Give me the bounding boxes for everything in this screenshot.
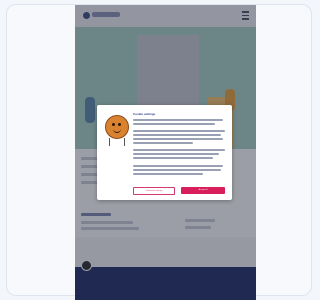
- dialog-text-line: [133, 119, 223, 121]
- dialog-text-line: [133, 157, 213, 159]
- dialog-text-line: [133, 165, 223, 167]
- dialog-text-line: [133, 173, 203, 175]
- customize-settings-button[interactable]: Customize settings: [133, 187, 175, 195]
- dialog-text-line: [133, 123, 215, 125]
- dialog-text-line: [133, 149, 225, 151]
- dialog-text-line: [133, 134, 221, 136]
- dialog-text-line: [133, 142, 193, 144]
- dialog-text-line: [133, 169, 221, 171]
- dialog-text-line: [133, 130, 225, 132]
- cookie-consent-dialog: Cookie settings Customize settings Accep…: [97, 105, 232, 200]
- dialog-title: Cookie settings: [133, 112, 156, 116]
- dialog-text-line: [133, 138, 223, 140]
- cookie-mascot-icon: [105, 115, 129, 139]
- dialog-text-line: [133, 153, 219, 155]
- accept-all-button[interactable]: Accept all: [181, 187, 225, 194]
- cookie-mascot-legs: [109, 138, 125, 146]
